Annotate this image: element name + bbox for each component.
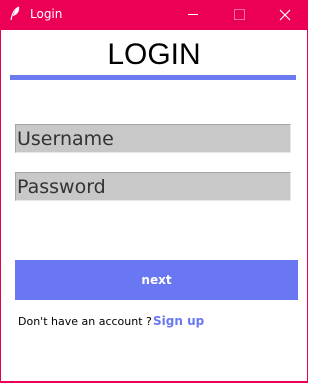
close-icon[interactable] [262,0,308,30]
window-body [0,30,308,383]
maximize-icon[interactable] [216,0,262,30]
password-field[interactable] [15,172,291,201]
title-bar: Login [0,0,308,30]
signup-link[interactable]: Sign up [153,314,204,328]
page-title: LOGIN [107,38,201,71]
window-title: Login [30,7,63,21]
signup-prompt: Don't have an account ? [18,315,152,328]
heading-underline [10,75,296,80]
feather-icon [8,6,22,22]
next-button[interactable]: next [15,260,298,300]
minimize-icon[interactable] [170,0,216,30]
username-field[interactable] [15,124,291,153]
